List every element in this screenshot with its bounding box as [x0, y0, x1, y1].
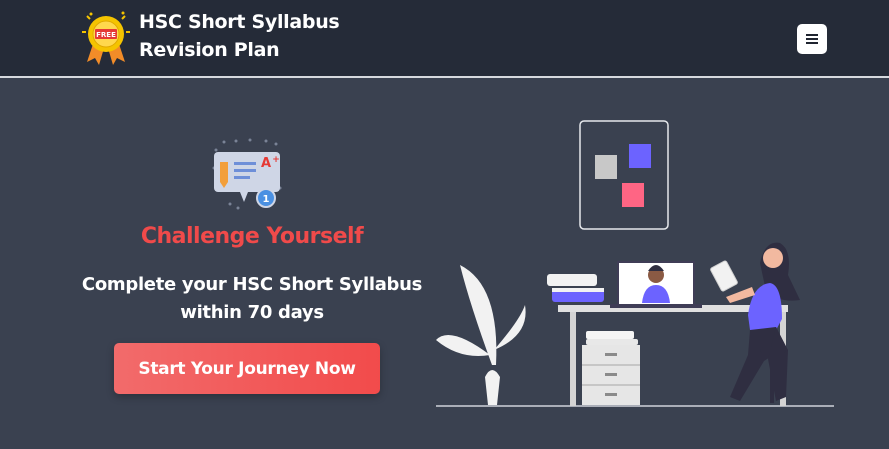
site-title[interactable]: HSC Short Syllabus Revision Plan: [139, 8, 340, 64]
top-navbar: FREE HSC Short Syllabus Revision Plan: [0, 0, 889, 78]
start-journey-button[interactable]: Start Your Journey Now: [114, 343, 380, 394]
logo-free-text: FREE: [96, 31, 116, 39]
person-studying-at-desk-illustration: [436, 120, 834, 407]
svg-text:+: +: [272, 155, 280, 165]
svg-text:A: A: [261, 156, 271, 171]
hero-subtitle-line2: within 70 days: [180, 302, 324, 323]
svg-text:1: 1: [263, 194, 270, 205]
hero-subtitle: Complete your HSC Short Syllabus within …: [0, 271, 504, 327]
menu-toggle-button[interactable]: [797, 24, 827, 54]
hamburger-menu-icon: [806, 34, 818, 44]
hero-headline: Challenge Yourself: [140, 224, 364, 249]
grade-certificate-icon: A + 1: [212, 138, 282, 210]
free-badge-icon[interactable]: FREE: [79, 10, 133, 66]
hero-subtitle-line1: Complete your HSC Short Syllabus: [81, 274, 423, 295]
site-title-line1: HSC Short Syllabus: [139, 11, 340, 33]
site-title-line2: Revision Plan: [139, 39, 280, 61]
